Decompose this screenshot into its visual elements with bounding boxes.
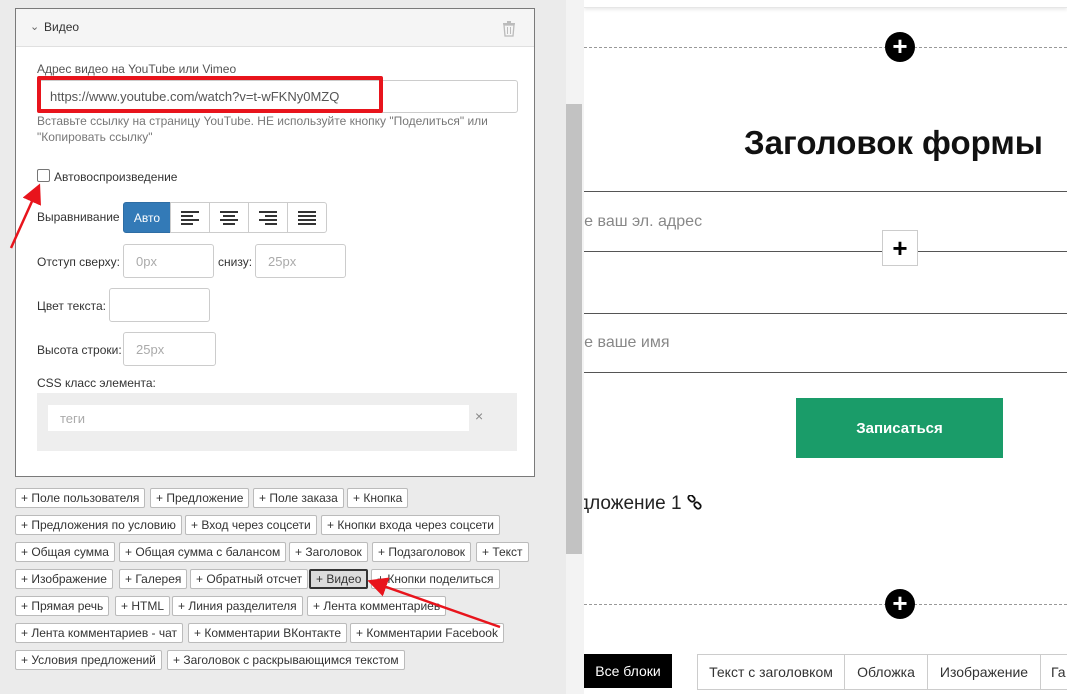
margin-top-input[interactable]: 0px — [123, 244, 214, 278]
align-left-icon — [181, 210, 199, 225]
chip-offer[interactable]: + Предложение — [150, 488, 250, 508]
tab-image[interactable]: Изображение — [927, 654, 1041, 690]
line-height-input[interactable]: 25px — [123, 332, 216, 366]
chip-gallery[interactable]: + Галерея — [119, 569, 188, 589]
chip-divider[interactable]: + Линия разделителя — [172, 596, 303, 616]
margin-bottom-label: снизу: — [218, 255, 253, 269]
name-field-placeholder[interactable]: те ваше имя — [584, 334, 670, 352]
top-divider — [584, 0, 1067, 8]
panel-scrollbar[interactable] — [566, 0, 584, 694]
css-class-label: CSS класс элемента: — [37, 376, 156, 390]
editor-panel: ⌄ Видео Адрес видео на YouTube или Vimeo… — [0, 0, 566, 694]
add-element-button[interactable]: + — [882, 230, 918, 266]
email-field-bottom-line — [584, 251, 1067, 252]
align-auto-button[interactable]: Авто — [123, 202, 171, 233]
chip-comment-feed-chat[interactable]: + Лента комментариев - чат — [15, 623, 184, 643]
align-center-icon — [220, 210, 238, 225]
offer-text: дложение 1 — [584, 493, 682, 514]
chip-comments-vk[interactable]: + Комментарии ВКонтакте — [188, 623, 348, 643]
chip-countdown[interactable]: + Обратный отсчет — [190, 569, 309, 589]
chip-social-login-buttons[interactable]: + Кнопки входа через соцсети — [321, 515, 500, 535]
url-hint-line1: Вставьте ссылку на страницу YouTube. НЕ … — [37, 114, 488, 128]
tab-cover[interactable]: Обложка — [844, 654, 928, 690]
chip-user-field[interactable]: + Поле пользователя — [15, 488, 146, 508]
card-header[interactable]: ⌄ Видео — [16, 9, 534, 47]
align-left-button[interactable] — [170, 202, 210, 233]
text-color-input[interactable] — [109, 288, 210, 322]
page-preview: + Заголовок формы те ваш эл. адрес + те … — [584, 0, 1067, 694]
chip-comments-facebook[interactable]: + Комментарии Facebook — [350, 623, 504, 643]
video-settings-card: ⌄ Видео Адрес видео на YouTube или Vimeo… — [15, 8, 535, 477]
email-field-placeholder[interactable]: те ваш эл. адрес — [584, 213, 702, 231]
chip-total-with-balance[interactable]: + Общая сумма с балансом — [119, 542, 287, 562]
margin-top-label: Отступ сверху: — [37, 255, 120, 269]
url-label: Адрес видео на YouTube или Vimeo — [37, 62, 237, 76]
tab-text-with-heading[interactable]: Текст с заголовком — [697, 654, 845, 690]
submit-button[interactable]: Записаться — [796, 398, 1003, 458]
align-right-button[interactable] — [248, 202, 288, 233]
chip-text[interactable]: + Текст — [476, 542, 529, 562]
url-hint-line2: "Копировать ссылку" — [37, 130, 153, 144]
chip-quote[interactable]: + Прямая речь — [15, 596, 110, 616]
align-right-icon — [259, 210, 277, 225]
chip-social-login[interactable]: + Вход через соцсети — [185, 515, 317, 535]
chip-html[interactable]: + HTML — [115, 596, 171, 616]
chip-video[interactable]: + Видео — [309, 569, 369, 589]
offer-label[interactable]: дложение 1 — [584, 493, 703, 515]
scrollbar-thumb[interactable] — [566, 104, 582, 554]
chip-image[interactable]: + Изображение — [15, 569, 113, 589]
add-section-button-top[interactable]: + — [885, 32, 915, 62]
chevron-down-icon[interactable]: ⌄ — [30, 20, 39, 33]
chip-conditional-offers[interactable]: + Предложения по условию — [15, 515, 182, 535]
chip-share-buttons[interactable]: + Кнопки поделиться — [371, 569, 500, 589]
chip-order-field[interactable]: + Поле заказа — [253, 488, 344, 508]
chip-comment-feed[interactable]: + Лента комментариев — [307, 596, 447, 616]
chip-expandable-heading[interactable]: + Заголовок с раскрывающимся текстом — [167, 650, 405, 670]
align-button-group: Авто — [123, 202, 327, 233]
video-url-input[interactable]: https://www.youtube.com/watch?v=t-wFKNy0… — [37, 80, 518, 113]
link-icon[interactable] — [687, 494, 703, 511]
tab-all-blocks[interactable]: Все блоки — [584, 654, 672, 688]
trash-icon[interactable] — [502, 21, 516, 37]
chip-heading[interactable]: + Заголовок — [289, 542, 368, 562]
tags-input[interactable]: теги — [48, 405, 469, 431]
form-title[interactable]: Заголовок формы — [744, 124, 1043, 162]
tab-gallery[interactable]: Га — [1040, 654, 1067, 690]
chip-button[interactable]: + Кнопка — [347, 488, 409, 508]
align-label: Выравнивание — [37, 210, 120, 224]
autoplay-checkbox[interactable] — [37, 169, 50, 182]
section-divider-bottom — [584, 604, 1067, 605]
text-color-label: Цвет текста: — [37, 299, 107, 313]
line-height-label: Высота строки: — [37, 343, 122, 357]
autoplay-label: Автовоспроизведение — [54, 170, 178, 184]
align-center-button[interactable] — [209, 202, 249, 233]
email-field-top-line — [584, 191, 1067, 192]
section-divider-top — [584, 47, 1067, 48]
add-section-button-bottom[interactable]: + — [885, 589, 915, 619]
margin-bottom-input[interactable]: 25px — [255, 244, 346, 278]
css-class-tag-area: теги × — [37, 393, 517, 451]
align-justify-icon — [298, 210, 316, 225]
name-field-bottom-line — [584, 372, 1067, 373]
align-justify-button[interactable] — [287, 202, 327, 233]
chip-subheading[interactable]: + Подзаголовок — [372, 542, 472, 562]
name-field-top-line — [584, 313, 1067, 314]
chip-offer-conditions[interactable]: + Условия предложений — [15, 650, 162, 670]
clear-tags-icon[interactable]: × — [475, 408, 483, 424]
card-title: Видео — [44, 20, 80, 34]
chip-total[interactable]: + Общая сумма — [15, 542, 115, 562]
